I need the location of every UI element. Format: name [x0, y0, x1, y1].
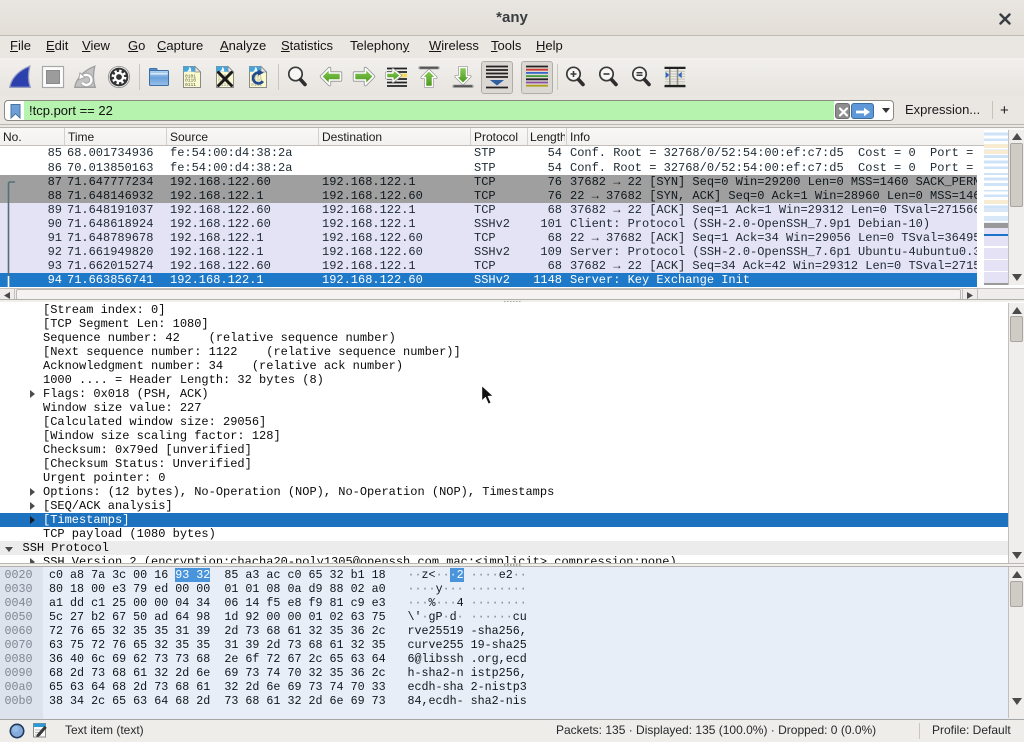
svg-text:0111: 0111 [185, 82, 196, 88]
